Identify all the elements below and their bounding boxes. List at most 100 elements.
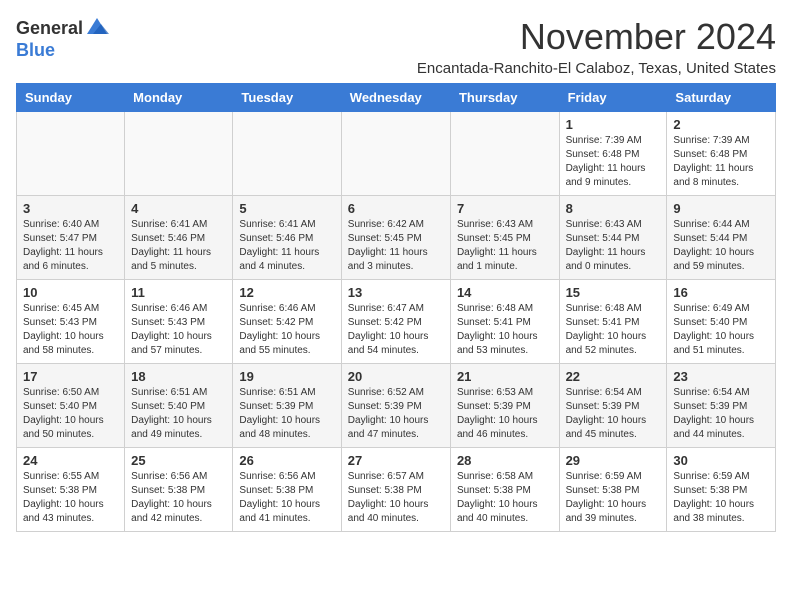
header-saturday: Saturday — [667, 84, 776, 112]
page-header: General Blue November 2024 Encantada-Ran… — [16, 16, 776, 77]
day-cell: 25 Sunrise: 6:56 AM Sunset: 5:38 PM Dayli… — [125, 448, 233, 532]
day-number: 3 — [23, 201, 118, 216]
day-number: 26 — [239, 453, 334, 468]
day-number: 14 — [457, 285, 553, 300]
week-row: 17 Sunrise: 6:50 AM Sunset: 5:40 PM Dayli… — [17, 364, 776, 448]
header-wednesday: Wednesday — [341, 84, 450, 112]
day-number: 16 — [673, 285, 769, 300]
day-info: Sunrise: 6:56 AM Sunset: 5:38 PM Dayligh… — [131, 470, 226, 526]
day-info: Sunrise: 6:56 AM Sunset: 5:38 PM Dayligh… — [239, 470, 334, 526]
day-cell: 24 Sunrise: 6:55 AM Sunset: 5:38 PM Dayli… — [17, 448, 125, 532]
day-cell: 21 Sunrise: 6:53 AM Sunset: 5:39 PM Dayli… — [450, 364, 559, 448]
day-info: Sunrise: 6:44 AM Sunset: 5:44 PM Dayligh… — [673, 218, 769, 274]
day-info: Sunrise: 6:46 AM Sunset: 5:42 PM Dayligh… — [239, 302, 334, 358]
day-info: Sunrise: 6:40 AM Sunset: 5:47 PM Dayligh… — [23, 218, 118, 274]
day-number: 1 — [566, 117, 661, 132]
day-info: Sunrise: 6:51 AM Sunset: 5:40 PM Dayligh… — [131, 386, 226, 442]
logo-icon — [85, 16, 109, 40]
day-number: 4 — [131, 201, 226, 216]
day-number: 17 — [23, 369, 118, 384]
day-cell: 10 Sunrise: 6:45 AM Sunset: 5:43 PM Dayli… — [17, 280, 125, 364]
day-info: Sunrise: 7:39 AM Sunset: 6:48 PM Dayligh… — [673, 134, 769, 190]
week-row: 24 Sunrise: 6:55 AM Sunset: 5:38 PM Dayli… — [17, 448, 776, 532]
day-info: Sunrise: 6:47 AM Sunset: 5:42 PM Dayligh… — [348, 302, 444, 358]
day-info: Sunrise: 6:48 AM Sunset: 5:41 PM Dayligh… — [566, 302, 661, 358]
day-cell: 14Sunrise: 6:48 AM Sunset: 5:41 PM Dayli… — [450, 280, 559, 364]
day-info: Sunrise: 6:41 AM Sunset: 5:46 PM Dayligh… — [131, 218, 226, 274]
day-cell: 9Sunrise: 6:44 AM Sunset: 5:44 PM Daylig… — [667, 196, 776, 280]
day-info: Sunrise: 6:59 AM Sunset: 5:38 PM Dayligh… — [566, 470, 661, 526]
day-info: Sunrise: 6:46 AM Sunset: 5:43 PM Dayligh… — [131, 302, 226, 358]
day-cell: 26 Sunrise: 6:56 AM Sunset: 5:38 PM Dayli… — [233, 448, 341, 532]
month-title: November 2024 — [417, 16, 776, 58]
day-number: 23 — [673, 369, 769, 384]
day-info: Sunrise: 6:50 AM Sunset: 5:40 PM Dayligh… — [23, 386, 118, 442]
day-number: 29 — [566, 453, 661, 468]
day-info: Sunrise: 6:43 AM Sunset: 5:45 PM Dayligh… — [457, 218, 553, 274]
empty-cell — [450, 112, 559, 196]
subtitle: Encantada-Ranchito-El Calaboz, Texas, Un… — [417, 60, 776, 77]
day-number: 8 — [566, 201, 661, 216]
day-cell: 6 Sunrise: 6:42 AM Sunset: 5:45 PM Daylig… — [341, 196, 450, 280]
day-cell: 17 Sunrise: 6:50 AM Sunset: 5:40 PM Dayli… — [17, 364, 125, 448]
header-sunday: Sunday — [17, 84, 125, 112]
week-row: 3 Sunrise: 6:40 AM Sunset: 5:47 PM Daylig… — [17, 196, 776, 280]
day-cell: 23 Sunrise: 6:54 AM Sunset: 5:39 PM Dayli… — [667, 364, 776, 448]
day-number: 30 — [673, 453, 769, 468]
day-info: Sunrise: 6:43 AM Sunset: 5:44 PM Dayligh… — [566, 218, 661, 274]
day-info: Sunrise: 6:45 AM Sunset: 5:43 PM Dayligh… — [23, 302, 118, 358]
day-info: Sunrise: 6:57 AM Sunset: 5:38 PM Dayligh… — [348, 470, 444, 526]
day-cell: 20Sunrise: 6:52 AM Sunset: 5:39 PM Dayli… — [341, 364, 450, 448]
header-tuesday: Tuesday — [233, 84, 341, 112]
day-info: Sunrise: 7:39 AM Sunset: 6:48 PM Dayligh… — [566, 134, 661, 190]
day-number: 19 — [239, 369, 334, 384]
day-number: 24 — [23, 453, 118, 468]
day-info: Sunrise: 6:49 AM Sunset: 5:40 PM Dayligh… — [673, 302, 769, 358]
header-row: SundayMondayTuesdayWednesdayThursdayFrid… — [17, 84, 776, 112]
logo: General Blue — [16, 16, 109, 61]
empty-cell — [341, 112, 450, 196]
calendar: SundayMondayTuesdayWednesdayThursdayFrid… — [16, 83, 776, 532]
day-number: 20 — [348, 369, 444, 384]
day-info: Sunrise: 6:54 AM Sunset: 5:39 PM Dayligh… — [566, 386, 661, 442]
day-cell: 8 Sunrise: 6:43 AM Sunset: 5:44 PM Daylig… — [559, 196, 667, 280]
empty-cell — [17, 112, 125, 196]
day-cell: 22 Sunrise: 6:54 AM Sunset: 5:39 PM Dayli… — [559, 364, 667, 448]
header-monday: Monday — [125, 84, 233, 112]
day-number: 21 — [457, 369, 553, 384]
empty-cell — [233, 112, 341, 196]
day-info: Sunrise: 6:58 AM Sunset: 5:38 PM Dayligh… — [457, 470, 553, 526]
title-section: November 2024 Encantada-Ranchito-El Cala… — [417, 16, 776, 77]
day-cell: 5Sunrise: 6:41 AM Sunset: 5:46 PM Daylig… — [233, 196, 341, 280]
day-cell: 19 Sunrise: 6:51 AM Sunset: 5:39 PM Dayli… — [233, 364, 341, 448]
day-number: 7 — [457, 201, 553, 216]
day-info: Sunrise: 6:59 AM Sunset: 5:38 PM Dayligh… — [673, 470, 769, 526]
day-info: Sunrise: 6:54 AM Sunset: 5:39 PM Dayligh… — [673, 386, 769, 442]
day-cell: 13 Sunrise: 6:47 AM Sunset: 5:42 PM Dayli… — [341, 280, 450, 364]
day-cell: 27 Sunrise: 6:57 AM Sunset: 5:38 PM Dayli… — [341, 448, 450, 532]
day-cell: 28Sunrise: 6:58 AM Sunset: 5:38 PM Dayli… — [450, 448, 559, 532]
header-friday: Friday — [559, 84, 667, 112]
day-info: Sunrise: 6:42 AM Sunset: 5:45 PM Dayligh… — [348, 218, 444, 274]
day-cell: 15Sunrise: 6:48 AM Sunset: 5:41 PM Dayli… — [559, 280, 667, 364]
day-info: Sunrise: 6:53 AM Sunset: 5:39 PM Dayligh… — [457, 386, 553, 442]
day-number: 22 — [566, 369, 661, 384]
day-cell: 1 Sunrise: 7:39 AM Sunset: 6:48 PM Daylig… — [559, 112, 667, 196]
day-cell: 18 Sunrise: 6:51 AM Sunset: 5:40 PM Dayli… — [125, 364, 233, 448]
day-number: 13 — [348, 285, 444, 300]
day-cell: 3 Sunrise: 6:40 AM Sunset: 5:47 PM Daylig… — [17, 196, 125, 280]
day-cell: 2Sunrise: 7:39 AM Sunset: 6:48 PM Daylig… — [667, 112, 776, 196]
day-number: 6 — [348, 201, 444, 216]
day-info: Sunrise: 6:55 AM Sunset: 5:38 PM Dayligh… — [23, 470, 118, 526]
day-number: 18 — [131, 369, 226, 384]
day-number: 27 — [348, 453, 444, 468]
day-info: Sunrise: 6:51 AM Sunset: 5:39 PM Dayligh… — [239, 386, 334, 442]
day-number: 11 — [131, 285, 226, 300]
day-number: 25 — [131, 453, 226, 468]
day-info: Sunrise: 6:41 AM Sunset: 5:46 PM Dayligh… — [239, 218, 334, 274]
header-thursday: Thursday — [450, 84, 559, 112]
day-cell: 16 Sunrise: 6:49 AM Sunset: 5:40 PM Dayli… — [667, 280, 776, 364]
day-number: 10 — [23, 285, 118, 300]
day-cell: 7 Sunrise: 6:43 AM Sunset: 5:45 PM Daylig… — [450, 196, 559, 280]
day-cell: 29 Sunrise: 6:59 AM Sunset: 5:38 PM Dayli… — [559, 448, 667, 532]
